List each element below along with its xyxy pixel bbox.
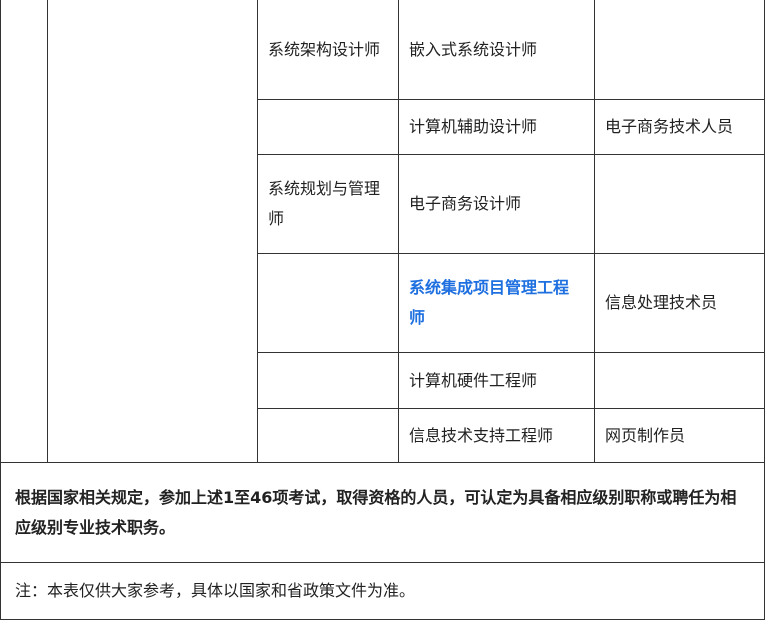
table-cell-exam-extra xyxy=(594,352,765,409)
disclaimer-note: 注：本表仅供大家参考，具体以国家和省政策文件为准。 xyxy=(0,562,765,620)
table-cell-exam-extra xyxy=(594,154,765,254)
regulation-note: 根据国家相关规定，参加上述1至46项考试，取得资格的人员，可认定为具备相应级别职… xyxy=(0,462,765,563)
table-cell-exam-extra: 电子商务技术人员 xyxy=(594,99,765,155)
table-cell-exam-extra: 网页制作员 xyxy=(594,408,765,463)
highlighted-exam-link[interactable]: 系统集成项目管理工程师 xyxy=(409,273,584,333)
table-cell-col2 xyxy=(47,0,258,463)
table-cell-exam: 信息技术支持工程师 xyxy=(398,408,595,463)
exam-table: 系统架构设计师 嵌入式系统设计师 计算机辅助设计师 电子商务技术人员 系统规划与… xyxy=(0,0,766,621)
table-cell-level xyxy=(257,253,399,353)
table-cell-exam: 嵌入式系统设计师 xyxy=(398,0,595,100)
table-cell-exam: 电子商务设计师 xyxy=(398,154,595,254)
table-cell-level: 系统规划与管理师 xyxy=(257,154,399,254)
table-cell-level xyxy=(257,99,399,155)
table-cell-col1 xyxy=(0,0,48,463)
table-cell-exam-highlight[interactable]: 系统集成项目管理工程师 xyxy=(398,253,595,353)
table-cell-exam: 计算机硬件工程师 xyxy=(398,352,595,409)
table-cell-exam: 计算机辅助设计师 xyxy=(398,99,595,155)
table-cell-level xyxy=(257,352,399,409)
table-cell-level: 系统架构设计师 xyxy=(257,0,399,100)
table-cell-exam-extra: 信息处理技术员 xyxy=(594,253,765,353)
table-cell-exam-extra xyxy=(594,0,765,100)
table-cell-level xyxy=(257,408,399,463)
